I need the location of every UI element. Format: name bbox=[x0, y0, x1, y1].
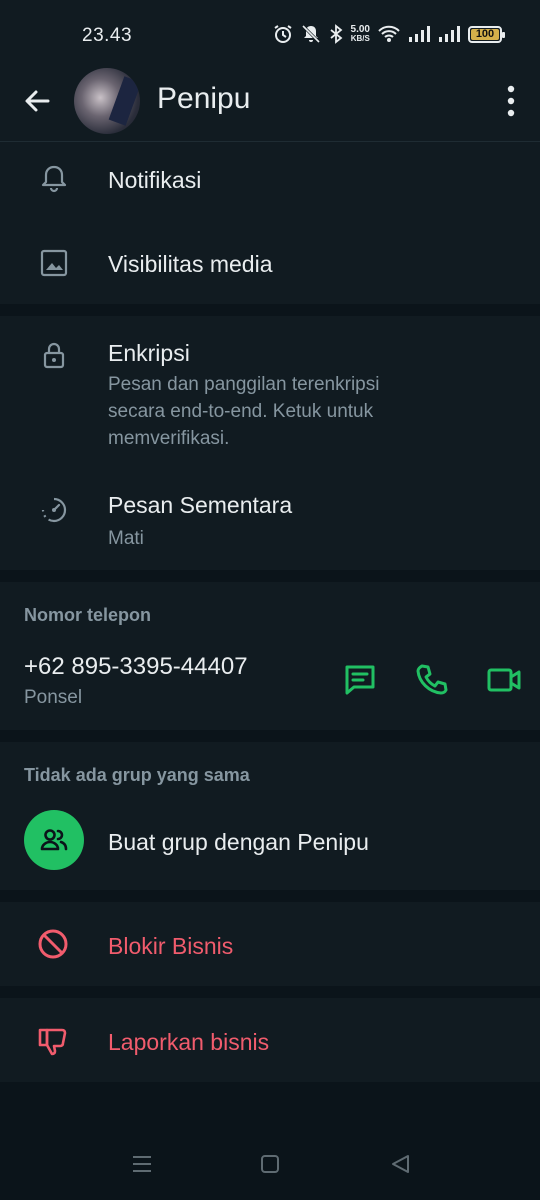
timer-icon bbox=[41, 497, 67, 523]
group-icon bbox=[40, 829, 68, 851]
recent-apps-icon[interactable] bbox=[130, 1152, 154, 1176]
groups-section-label: Tidak ada grup yang sama bbox=[24, 765, 250, 785]
phone-call-icon[interactable] bbox=[414, 662, 450, 698]
bluetooth-icon bbox=[329, 24, 342, 44]
encryption-desc-line-1: Pesan dan panggilan terenkripsi bbox=[108, 374, 380, 395]
block-row[interactable]: Blokir Bisnis bbox=[0, 902, 540, 986]
contact-name[interactable]: Penipu bbox=[157, 82, 250, 116]
message-icon[interactable] bbox=[342, 662, 378, 698]
report-row[interactable]: Laporkan bisnis bbox=[0, 998, 540, 1082]
encryption-row[interactable]: Enkripsi Pesan dan panggilan terenkripsi… bbox=[0, 316, 540, 456]
back-arrow-icon[interactable] bbox=[22, 86, 52, 116]
back-nav-icon[interactable] bbox=[388, 1152, 412, 1176]
encryption-title: Enkripsi bbox=[108, 340, 190, 366]
status-icons: 5.00 KB/S 100 bbox=[273, 24, 505, 44]
phone-number[interactable]: +62 895-3395-44407 bbox=[24, 653, 248, 681]
disappearing-value: Mati bbox=[108, 528, 144, 549]
block-icon bbox=[38, 929, 68, 959]
media-visibility-label: Visibilitas media bbox=[108, 251, 273, 277]
home-icon[interactable] bbox=[258, 1152, 282, 1176]
block-label: Blokir Bisnis bbox=[108, 933, 234, 959]
bell-icon bbox=[41, 165, 67, 193]
signal-icon bbox=[409, 26, 430, 42]
signal-icon-2 bbox=[439, 26, 460, 42]
create-group-avatar bbox=[24, 810, 84, 870]
create-group-label: Buat grup dengan Penipu bbox=[108, 829, 369, 855]
image-icon bbox=[40, 249, 68, 277]
mute-icon bbox=[301, 24, 320, 44]
video-call-icon[interactable] bbox=[486, 662, 522, 698]
lock-icon bbox=[43, 342, 65, 369]
status-time: 23.43 bbox=[82, 25, 133, 46]
block-section: Blokir Bisnis bbox=[0, 902, 540, 986]
more-options-icon[interactable] bbox=[504, 84, 518, 118]
notifications-label: Notifikasi bbox=[108, 167, 202, 193]
phone-section-label: Nomor telepon bbox=[24, 605, 152, 625]
report-section: Laporkan bisnis bbox=[0, 998, 540, 1082]
settings-section: Notifikasi Visibilitas media bbox=[0, 142, 540, 304]
phone-type: Ponsel bbox=[24, 687, 83, 708]
disappearing-messages-row[interactable]: Pesan Sementara Mati bbox=[0, 476, 540, 566]
media-visibility-row[interactable]: Visibilitas media bbox=[0, 226, 540, 304]
security-section: Enkripsi Pesan dan panggilan terenkripsi… bbox=[0, 316, 540, 570]
network-speed: 5.00 KB/S bbox=[350, 24, 370, 44]
groups-section: Tidak ada grup yang sama Buat grup denga… bbox=[0, 742, 540, 890]
phone-section: Nomor telepon +62 895-3395-44407 Ponsel bbox=[0, 582, 540, 730]
thumbs-down-icon bbox=[38, 1028, 67, 1056]
notifications-row[interactable]: Notifikasi bbox=[0, 142, 540, 220]
alarm-icon bbox=[273, 25, 292, 43]
app-header: Penipu bbox=[0, 60, 540, 142]
encryption-desc-line-2: secara end-to-end. Ketuk untuk bbox=[108, 401, 374, 422]
disappearing-title: Pesan Sementara bbox=[108, 492, 293, 518]
create-group-row[interactable]: Buat grup dengan Penipu bbox=[0, 802, 540, 882]
contact-avatar[interactable] bbox=[74, 68, 140, 134]
wifi-icon bbox=[378, 25, 400, 42]
system-navigation-bar bbox=[0, 1130, 540, 1200]
report-label: Laporkan bisnis bbox=[108, 1029, 270, 1055]
encryption-desc-line-3: memverifikasi. bbox=[108, 428, 230, 449]
battery-icon: 100 bbox=[468, 25, 505, 43]
